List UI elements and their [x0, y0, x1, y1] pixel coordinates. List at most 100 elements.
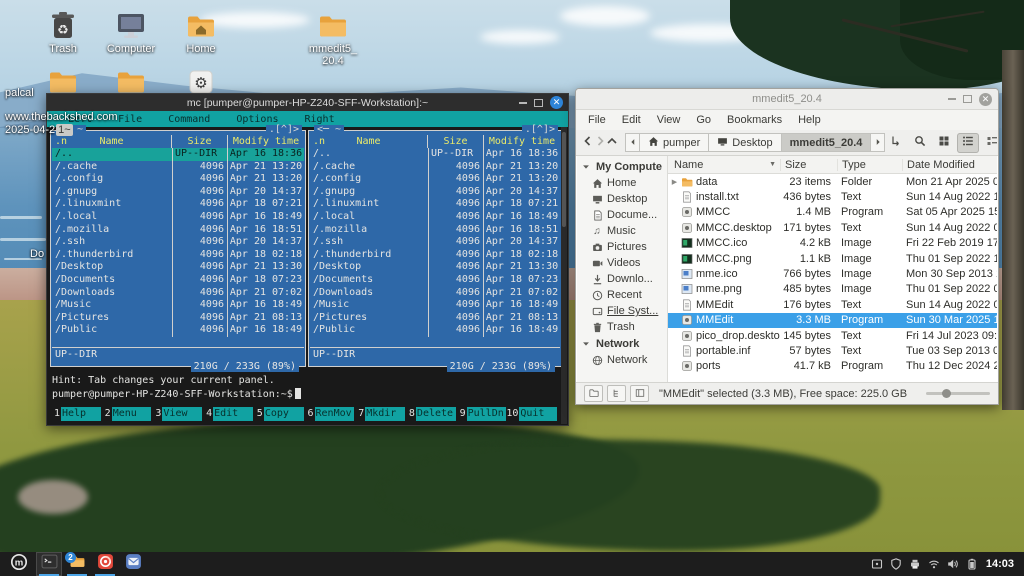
column-header-name[interactable]: Name▼	[668, 159, 780, 171]
taskbar-terminal-button[interactable]	[36, 552, 62, 576]
file-row-install-txt[interactable]: install.txt436 bytesTextSun 14 Aug 2022 …	[668, 189, 997, 204]
mc-fnkey-edit[interactable]: 4Edit	[202, 407, 253, 421]
desktop-icon-home[interactable]: Home	[182, 10, 220, 55]
fm-menu-file[interactable]: File	[580, 114, 614, 126]
file-row-mmcc-png[interactable]: MMCC.png1.1 kBImageThu 01 Sep 2022 13:	[668, 251, 997, 266]
mc-fnkey-pulldn[interactable]: 9PullDn	[456, 407, 507, 421]
terminal-scrollbar[interactable]	[561, 127, 567, 424]
edit-location-button[interactable]	[885, 133, 907, 153]
mc-fnkey-help[interactable]: 1Help	[50, 407, 101, 421]
mc-file-row-documents[interactable]: /Documents4096Apr 18 07:23	[310, 274, 560, 287]
battery-icon[interactable]	[966, 558, 978, 570]
column-header-type[interactable]: Type	[837, 159, 902, 171]
sidebar-item-network[interactable]: Network	[577, 352, 667, 368]
mc-file-row-downloads[interactable]: /Downloads4096Apr 21 07:02	[310, 287, 560, 300]
sidebar-item-downlo[interactable]: Downlo...	[577, 271, 667, 287]
mc-fnkey-renmov[interactable]: 6RenMov	[304, 407, 355, 421]
compact-view-button[interactable]	[981, 133, 1003, 153]
sidebar-item-pictures[interactable]: Pictures	[577, 239, 667, 255]
file-row-mmedit[interactable]: MMEdit3.3 MBProgramSun 30 Mar 2025 17:	[668, 313, 997, 328]
mc-file-row-gnupg[interactable]: /.gnupg4096Apr 20 14:37	[52, 186, 304, 199]
mc-file-row-cache[interactable]: /.cache4096Apr 21 13:20	[310, 161, 560, 174]
mc-file-row-ssh[interactable]: /.ssh4096Apr 20 14:37	[52, 236, 304, 249]
mc-file-row-mozilla[interactable]: /.mozilla4096Apr 16 18:51	[52, 224, 304, 237]
mc-file-row-downloads[interactable]: /Downloads4096Apr 21 07:02	[52, 287, 304, 300]
file-row-mmedit[interactable]: MMEdit176 bytesTextSun 14 Aug 2022 08:	[668, 297, 997, 312]
sidebar-item-desktop[interactable]: Desktop	[577, 191, 667, 207]
mc-menu-command[interactable]: Command	[155, 114, 223, 125]
mc-file-row-local[interactable]: /.local4096Apr 16 18:49	[52, 211, 304, 224]
mc-file-row-gnupg[interactable]: /.gnupg4096Apr 20 14:37	[310, 186, 560, 199]
breadcrumb-scroll-right[interactable]	[870, 133, 885, 152]
shield-icon[interactable]	[890, 558, 902, 570]
file-row-ports[interactable]: ports41.7 kBProgramThu 12 Dec 2024 23:	[668, 359, 997, 374]
mc-file-row-desktop[interactable]: /Desktop4096Apr 21 13:30	[52, 261, 304, 274]
mc-file-row-pictures[interactable]: /Pictures4096Apr 21 08:13	[310, 312, 560, 325]
up-button[interactable]	[606, 133, 618, 153]
mc-file-row-public[interactable]: /Public4096Apr 16 18:49	[310, 324, 560, 337]
fm-menu-view[interactable]: View	[649, 114, 689, 126]
sidebar-item-file-syst[interactable]: File Syst...	[577, 303, 667, 319]
maximize-button[interactable]	[963, 95, 972, 103]
breadcrumb-pumper[interactable]: pumper	[639, 133, 709, 152]
mc-file-row-thunderbird[interactable]: /.thunderbird4096Apr 18 02:18	[52, 249, 304, 262]
file-row-mme-ico[interactable]: mme.ico766 bytesImageMon 30 Sep 2013 12:	[668, 266, 997, 281]
notification-icon[interactable]	[871, 558, 883, 570]
desktop-icon-computer[interactable]: Computer	[112, 10, 150, 55]
sidebar-item-home[interactable]: Home	[577, 175, 667, 191]
taskbar-firefox-button[interactable]	[92, 552, 118, 576]
fm-titlebar[interactable]: mmedit5_20.4 ✕	[576, 89, 998, 110]
mc-titlebar[interactable]: mc [pumper@pumper-HP-Z240-SFF-Workstatio…	[47, 94, 568, 111]
sidebar-item-videos[interactable]: Videos	[577, 255, 667, 271]
fm-menu-go[interactable]: Go	[688, 114, 719, 126]
breadcrumb-scroll-left[interactable]	[625, 133, 640, 152]
mc-file-row-linuxmint[interactable]: /.linuxmint4096Apr 18 07:21	[52, 198, 304, 211]
taskbar-menu-button[interactable]: m	[4, 552, 34, 576]
back-button[interactable]	[582, 133, 594, 153]
mc-file-row-documents[interactable]: /Documents4096Apr 18 07:23	[52, 274, 304, 287]
mc-fnkey-menu[interactable]: 2Menu	[101, 407, 152, 421]
printer-icon[interactable]	[909, 558, 921, 570]
close-button[interactable]: ✕	[550, 96, 563, 109]
taskbar-mail-button[interactable]	[120, 552, 146, 576]
column-header-date-modified[interactable]: Date Modified	[902, 159, 997, 171]
desktop-icon-trash[interactable]: ♻Trash	[44, 10, 82, 55]
icon-view-button[interactable]	[933, 133, 955, 153]
sidebar-treeview-button[interactable]	[607, 385, 626, 402]
fm-menu-bookmarks[interactable]: Bookmarks	[719, 114, 790, 126]
mc-menu-left[interactable]: Left	[55, 114, 105, 125]
mc-menu-file[interactable]: File	[105, 114, 155, 125]
sidebar-hide-button[interactable]	[630, 385, 649, 402]
mc-fnkey-quit[interactable]: 10Quit	[506, 407, 557, 421]
mc-fnkey-view[interactable]: 3View	[151, 407, 202, 421]
mc-file-row-music[interactable]: /Music4096Apr 16 18:49	[310, 299, 560, 312]
mc-fnkey-copy[interactable]: 5Copy	[253, 407, 304, 421]
wifi-icon[interactable]	[928, 558, 940, 570]
list-view-button[interactable]	[957, 133, 979, 153]
search-button[interactable]	[909, 133, 931, 153]
mc-menu-right[interactable]: Right	[292, 114, 348, 125]
sidebar-item-music[interactable]: ♫Music	[577, 223, 667, 239]
mc-file-row-thunderbird[interactable]: /.thunderbird4096Apr 18 02:18	[310, 249, 560, 262]
mc-file-row-music[interactable]: /Music4096Apr 16 18:49	[52, 299, 304, 312]
mc-file-row-config[interactable]: /.config4096Apr 21 13:20	[52, 173, 304, 186]
file-row-mme-png[interactable]: mme.png485 bytesImageThu 01 Sep 2022 07:	[668, 282, 997, 297]
mc-file-row-ssh[interactable]: /.ssh4096Apr 20 14:37	[310, 236, 560, 249]
sidebar-item-my-compute[interactable]: My Compute	[577, 158, 667, 175]
forward-button[interactable]	[594, 133, 606, 153]
mc-file-row-pictures[interactable]: /Pictures4096Apr 21 08:13	[52, 312, 304, 325]
mc-file-row-desktop[interactable]: /Desktop4096Apr 21 13:30	[310, 261, 560, 274]
sidebar-item-trash[interactable]: Trash	[577, 319, 667, 335]
file-row-data[interactable]: ▶data23 itemsFolderMon 21 Apr 2025 07:	[668, 174, 997, 189]
mc-file-row-linuxmint[interactable]: /.linuxmint4096Apr 18 07:21	[310, 198, 560, 211]
mc-file-row-[interactable]: /..UP--DIRApr 16 18:36	[52, 148, 304, 161]
sidebar-places-button[interactable]	[584, 385, 603, 402]
mc-menu-options[interactable]: Options	[223, 114, 291, 125]
mc-fnkey-mkdir[interactable]: 7Mkdir	[354, 407, 405, 421]
column-header-size[interactable]: Size	[780, 159, 837, 171]
breadcrumb-desktop[interactable]: Desktop	[708, 133, 781, 152]
fm-menu-edit[interactable]: Edit	[614, 114, 649, 126]
file-row-mmcc-ico[interactable]: MMCC.ico4.2 kBImageFri 22 Feb 2019 17:	[668, 236, 997, 251]
file-row-portable-inf[interactable]: portable.inf57 bytesTextTue 03 Sep 2013 …	[668, 343, 997, 358]
taskbar-files-button[interactable]: 2	[64, 552, 90, 576]
